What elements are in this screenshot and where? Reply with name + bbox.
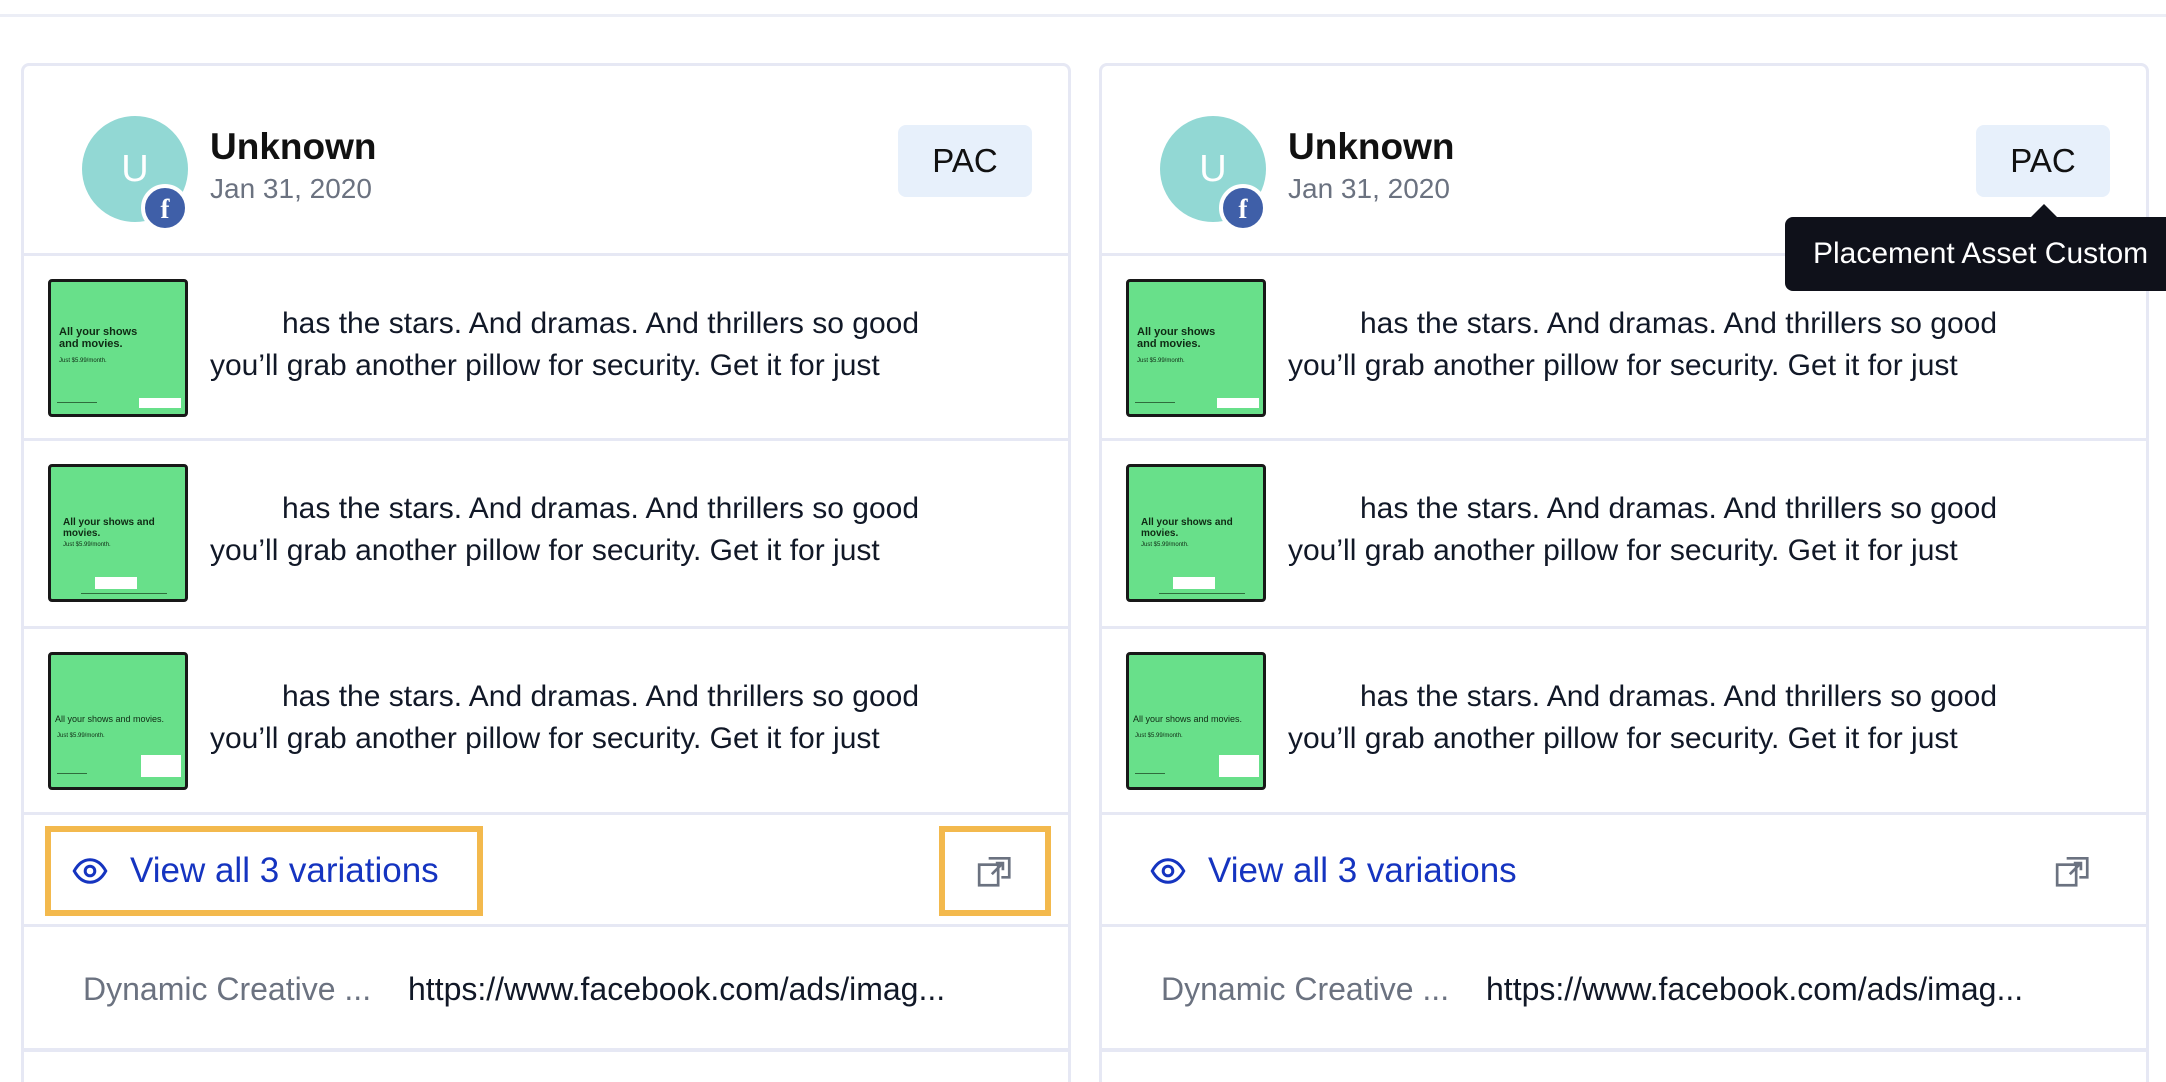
- thumb-cta-box: [1173, 577, 1215, 589]
- ad-text-line2: you’ll grab another pillow for security.…: [210, 534, 880, 567]
- facebook-icon: f: [1219, 184, 1267, 232]
- post-date: Jan 31, 2020: [1288, 173, 1450, 204]
- external-link-icon: [2055, 856, 2089, 887]
- thumb-line: [57, 402, 97, 403]
- thumb-subtext: Just $5.99/month.: [1141, 542, 1189, 548]
- thumb-cta-box: [139, 398, 181, 408]
- top-divider: [0, 14, 2166, 17]
- ad-text: has the stars. And dramas. And thrillers…: [1288, 488, 2108, 572]
- meta-label: Dynamic Creative ...: [83, 971, 372, 1007]
- ad-text-line1: has the stars. And dramas. And thrillers…: [1360, 307, 1998, 340]
- variation-row[interactable]: All your shows and movies. Just $5.99/mo…: [1102, 441, 2146, 629]
- ad-thumbnail[interactable]: All your shows and movies. Just $5.99/mo…: [48, 652, 188, 790]
- ad-text: has the stars. And dramas. And thrillers…: [1288, 303, 2108, 387]
- ad-thumbnail[interactable]: All your shows and movies. Just $5.99/mo…: [48, 464, 188, 602]
- ad-text-line2: you’ll grab another pillow for security.…: [210, 349, 880, 382]
- thumb-headline: All your shows and movies.: [1133, 714, 1243, 724]
- thumb-cta-box: [1217, 398, 1259, 408]
- thumb-headline: All your shows and movies.: [1141, 517, 1233, 539]
- view-all-label: View all 3 variations: [130, 851, 439, 890]
- author-name: Unknown: [1288, 126, 1455, 167]
- ad-text-line1: has the stars. And dramas. And thrillers…: [282, 307, 920, 340]
- ad-thumbnail[interactable]: All your shows and movies. Just $5.99/mo…: [48, 279, 188, 417]
- thumb-subtext: Just $5.99/month.: [63, 542, 111, 548]
- avatar-initial: U: [121, 147, 149, 190]
- ad-text: has the stars. And dramas. And thrillers…: [210, 488, 1030, 572]
- ad-text-line2: you’ll grab another pillow for security.…: [1288, 534, 1958, 567]
- ad-thumbnail[interactable]: All your shows and movies. Just $5.99/mo…: [1126, 464, 1266, 602]
- pac-badge[interactable]: PAC: [1976, 125, 2110, 197]
- ad-thumbnail[interactable]: All your shows and movies. Just $5.99/mo…: [1126, 652, 1266, 790]
- view-all-variations-button[interactable]: View all 3 variations: [1126, 829, 1530, 913]
- external-link-icon: [977, 856, 1011, 887]
- open-in-new-button[interactable]: [2020, 829, 2126, 913]
- thumb-subtext: Just $5.99/month.: [1135, 733, 1183, 739]
- facebook-icon: f: [141, 184, 189, 232]
- ad-text-line2: you’ll grab another pillow for security.…: [210, 722, 880, 755]
- thumb-headline: All your shows and movies.: [63, 517, 155, 539]
- card-header: U f Unknown Jan 31, 2020 PAC: [24, 66, 1068, 256]
- ad-text: has the stars. And dramas. And thrillers…: [210, 303, 1030, 387]
- actions-row: View all 3 variations: [24, 815, 1068, 927]
- ad-text-line1: has the stars. And dramas. And thrillers…: [1360, 680, 1998, 713]
- pac-tooltip: Placement Asset Custom: [1785, 217, 2166, 291]
- ad-text: has the stars. And dramas. And thrillers…: [210, 676, 1030, 760]
- thumb-subtext: Just $5.99/month.: [57, 733, 105, 739]
- author-name: Unknown: [210, 126, 377, 167]
- eye-icon: [1150, 858, 1186, 884]
- thumb-headline: All your shows and movies.: [55, 714, 165, 724]
- actions-row: View all 3 variations: [1102, 815, 2146, 927]
- view-all-variations-button[interactable]: View all 3 variations: [45, 826, 483, 916]
- ad-link[interactable]: https://www.facebook.com/ads/imag...: [1486, 971, 2023, 1008]
- thumb-headline: All your shows and movies.: [59, 326, 138, 350]
- thumb-line: [1135, 773, 1165, 774]
- thumb-line: [1159, 593, 1245, 594]
- ad-card-2: U f Unknown Jan 31, 2020 PAC All your sh…: [1099, 63, 2149, 1082]
- thumb-cta-box: [95, 577, 137, 589]
- thumb-subtext: Just $5.99/month.: [1137, 358, 1185, 364]
- thumb-cta-box: [141, 755, 181, 777]
- pac-badge[interactable]: PAC: [898, 125, 1032, 197]
- facebook-glyph: f: [1238, 193, 1248, 224]
- ad-text-line1: has the stars. And dramas. And thrillers…: [1360, 492, 1998, 525]
- meta-row: Dynamic Creative ... https://www.faceboo…: [24, 927, 1068, 1052]
- variation-row[interactable]: All your shows and movies. Just $5.99/mo…: [24, 256, 1068, 441]
- ad-text: has the stars. And dramas. And thrillers…: [1288, 676, 2108, 760]
- open-in-new-button[interactable]: [939, 826, 1051, 916]
- facebook-glyph: f: [160, 193, 170, 224]
- ad-text-line1: has the stars. And dramas. And thrillers…: [282, 492, 920, 525]
- thumb-line: [1135, 402, 1175, 403]
- tooltip-arrow: [2030, 204, 2058, 218]
- eye-icon: [72, 858, 108, 884]
- ad-link[interactable]: https://www.facebook.com/ads/imag...: [408, 971, 945, 1008]
- meta-label: Dynamic Creative ...: [1161, 971, 1450, 1007]
- ad-card-1: U f Unknown Jan 31, 2020 PAC All your sh…: [21, 63, 1071, 1082]
- ad-text-line2: you’ll grab another pillow for security.…: [1288, 349, 1958, 382]
- variation-row[interactable]: All your shows and movies. Just $5.99/mo…: [24, 629, 1068, 815]
- ad-thumbnail[interactable]: All your shows and movies. Just $5.99/mo…: [1126, 279, 1266, 417]
- thumb-line: [57, 773, 87, 774]
- view-all-label: View all 3 variations: [1208, 851, 1517, 890]
- post-date: Jan 31, 2020: [210, 173, 372, 204]
- thumb-subtext: Just $5.99/month.: [59, 358, 107, 364]
- variation-row[interactable]: All your shows and movies. Just $5.99/mo…: [24, 441, 1068, 629]
- ad-text-line1: has the stars. And dramas. And thrillers…: [282, 680, 920, 713]
- thumb-cta-box: [1219, 755, 1259, 777]
- variation-row[interactable]: All your shows and movies. Just $5.99/mo…: [1102, 629, 2146, 815]
- ad-text-line2: you’ll grab another pillow for security.…: [1288, 722, 1958, 755]
- meta-row: Dynamic Creative ... https://www.faceboo…: [1102, 927, 2146, 1052]
- thumb-headline: All your shows and movies.: [1137, 326, 1216, 350]
- avatar-initial: U: [1199, 147, 1227, 190]
- thumb-line: [81, 593, 167, 594]
